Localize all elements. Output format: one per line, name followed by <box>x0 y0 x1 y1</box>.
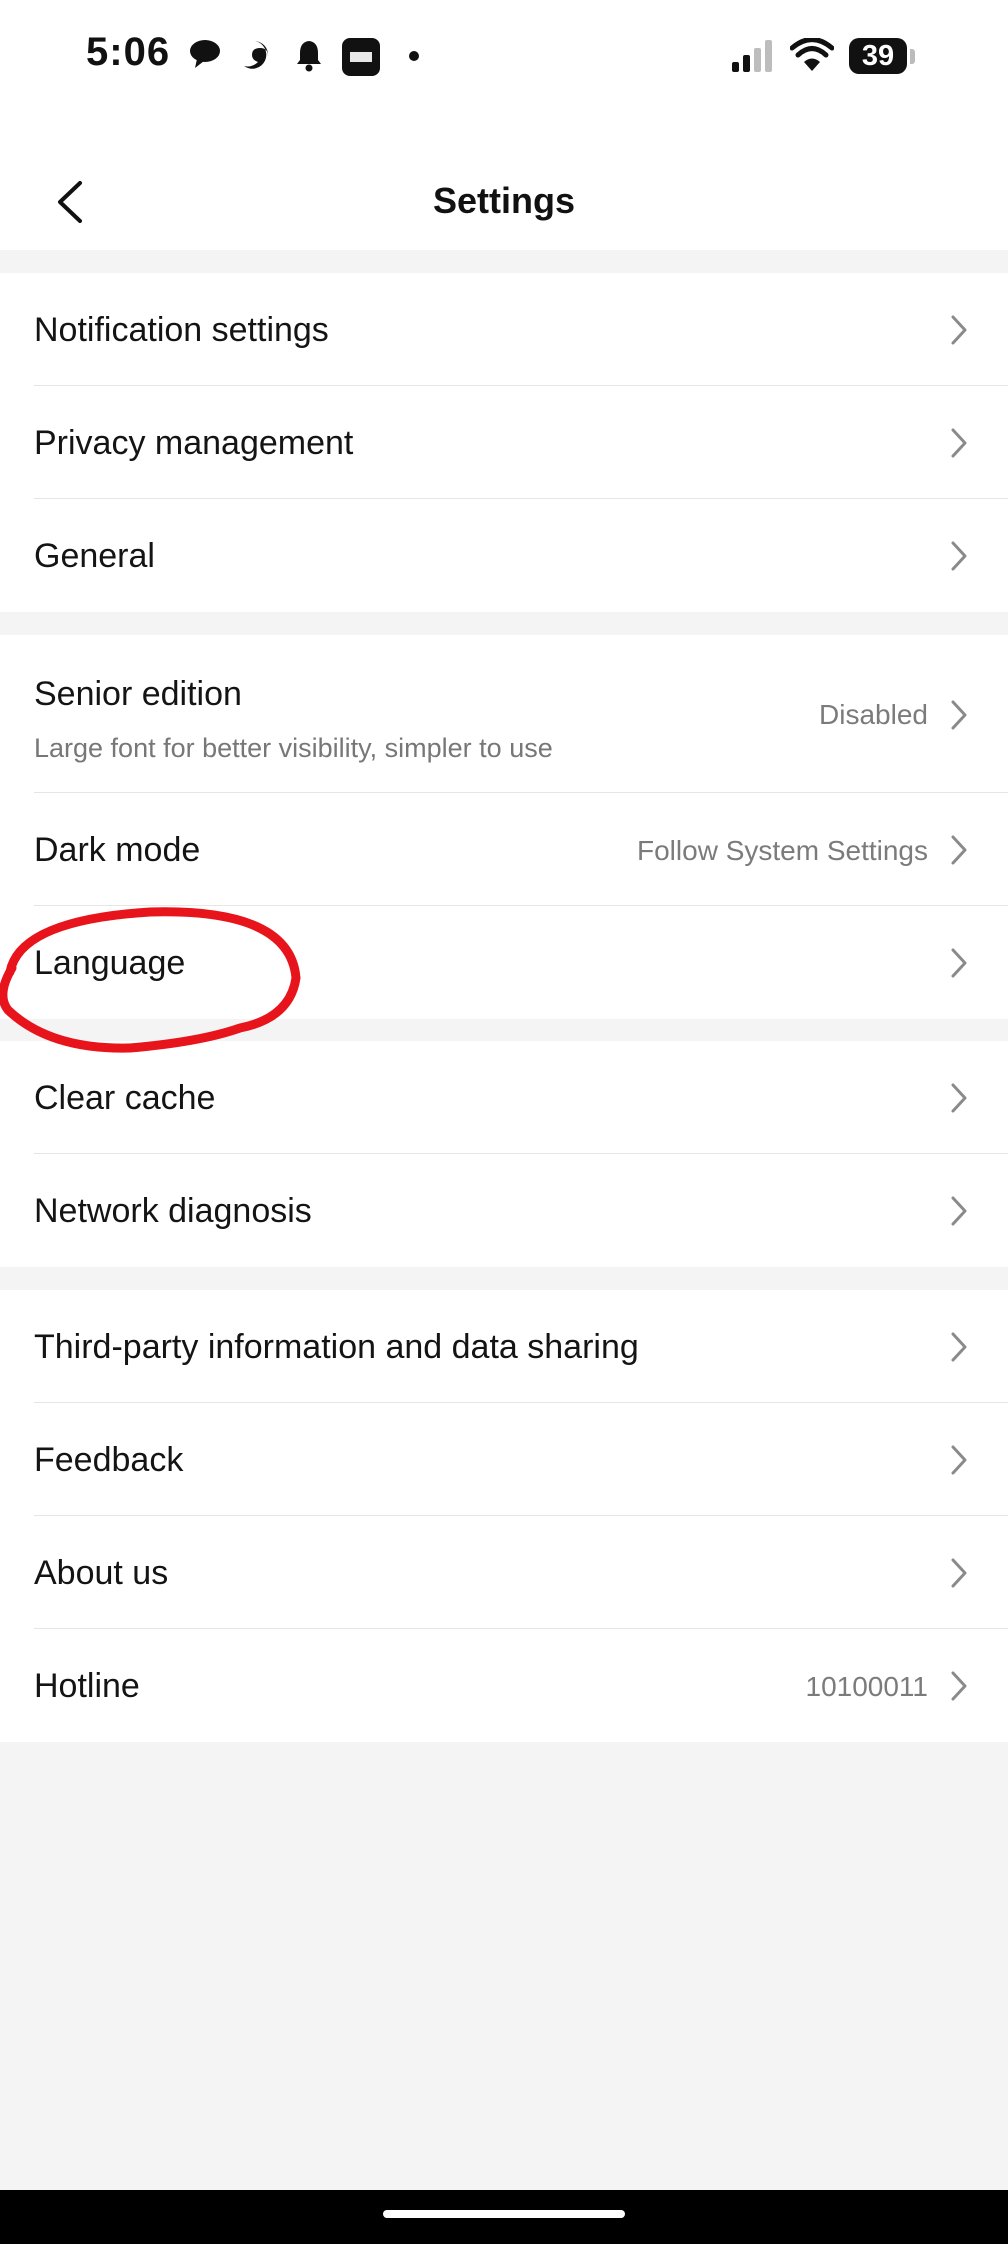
chevron-right-icon <box>951 1671 967 1701</box>
settings-item-label: General <box>34 537 155 575</box>
settings-item-value: Follow System Settings <box>637 835 928 866</box>
settings-item-label: Notification settings <box>34 311 329 349</box>
chevron-right-icon <box>951 1083 967 1113</box>
app-header: Settings <box>0 115 1008 250</box>
settings-item-label: About us <box>34 1554 169 1592</box>
chat-bubble-icon <box>190 40 220 68</box>
dot-icon <box>409 51 419 61</box>
settings-item-general[interactable]: General <box>0 499 1008 612</box>
page-title: Settings <box>432 180 575 221</box>
settings-item-label: Network diagnosis <box>34 1192 312 1230</box>
app-notification-icon <box>342 38 380 76</box>
settings-item-label: Clear cache <box>34 1079 216 1117</box>
settings-item-label: Dark mode <box>34 831 201 869</box>
settings-item-feedback[interactable]: Feedback <box>0 1403 1008 1516</box>
settings-item-language[interactable]: Language <box>0 906 1008 1019</box>
settings-item-label: Third-party information and data sharing <box>34 1328 639 1366</box>
chevron-right-icon <box>951 700 967 730</box>
settings-item-about-us[interactable]: About us <box>0 1516 1008 1629</box>
chevron-right-icon <box>951 541 967 571</box>
chevron-right-icon <box>951 1558 967 1588</box>
settings-item-label: Language <box>34 944 186 982</box>
settings-item-third-party[interactable]: Third-party information and data sharing <box>0 1290 1008 1403</box>
chevron-right-icon <box>951 428 967 458</box>
wifi-icon <box>790 38 834 71</box>
chevron-right-icon <box>951 835 967 865</box>
chevron-right-icon <box>951 1445 967 1475</box>
settings-item-label: Feedback <box>34 1441 184 1479</box>
settings-group-3: Clear cache Network diagnosis <box>0 1041 1008 1267</box>
settings-item-network-diagnosis[interactable]: Network diagnosis <box>0 1154 1008 1267</box>
chevron-right-icon <box>951 948 967 978</box>
status-bar: 5:06 39 <box>0 0 1008 115</box>
settings-item-label: Senior edition <box>34 675 242 713</box>
home-indicator[interactable] <box>383 2210 625 2218</box>
settings-item-notification[interactable]: Notification settings <box>0 273 1008 386</box>
bell-icon <box>297 41 321 72</box>
chevron-right-icon <box>951 1196 967 1226</box>
system-nav-bar <box>0 2190 1008 2244</box>
settings-item-label: Privacy management <box>34 424 354 462</box>
chevron-right-icon <box>951 1332 967 1362</box>
signal-icon <box>732 40 772 72</box>
battery-icon: 39 <box>849 38 907 74</box>
settings-group-4: Third-party information and data sharing… <box>0 1290 1008 1742</box>
status-time: 5:06 <box>86 30 171 74</box>
settings-item-value: Disabled <box>819 699 928 730</box>
settings-item-dark-mode[interactable]: Dark mode Follow System Settings <box>0 793 1008 906</box>
settings-item-privacy[interactable]: Privacy management <box>0 386 1008 499</box>
settings-item-subtitle: Large font for better visibility, simple… <box>34 733 553 763</box>
chevron-right-icon <box>951 315 967 345</box>
settings-screen: 5:06 39 Settings Notification settings P… <box>0 0 1008 2244</box>
settings-item-label: Hotline <box>34 1667 140 1705</box>
edge-browser-icon <box>244 41 269 69</box>
settings-group-1: Notification settings Privacy management… <box>0 273 1008 612</box>
settings-item-clear-cache[interactable]: Clear cache <box>0 1041 1008 1154</box>
settings-item-senior-edition[interactable]: Senior edition Large font for better vis… <box>0 635 1008 793</box>
battery-tip <box>910 49 915 64</box>
settings-group-2: Senior edition Large font for better vis… <box>0 635 1008 1019</box>
settings-item-value: 10100011 <box>805 1671 929 1702</box>
settings-item-hotline[interactable]: Hotline 10100011 <box>0 1629 1008 1742</box>
